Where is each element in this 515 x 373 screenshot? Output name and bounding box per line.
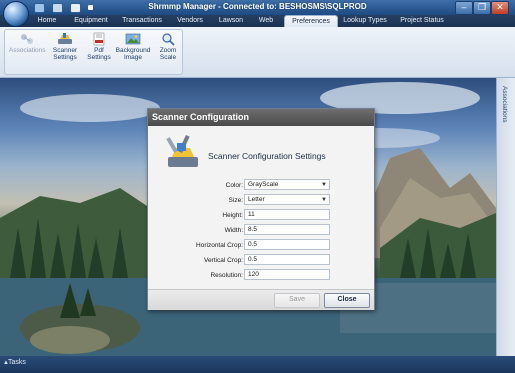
resolution-label: Resolution: bbox=[210, 272, 243, 279]
zoom-scale-button[interactable]: Zoom Scale bbox=[155, 32, 181, 61]
pdf-settings-label: Pdf Settings bbox=[87, 47, 111, 61]
associations-button[interactable]: Associations bbox=[9, 32, 46, 54]
ribbon-tabs: Home Equipment Transactions Vendors Laws… bbox=[0, 15, 515, 28]
horizontal-crop-label: Horizontal Crop: bbox=[196, 242, 243, 249]
minimize-button[interactable]: – bbox=[455, 1, 473, 15]
height-label: Height: bbox=[222, 212, 243, 219]
color-select[interactable]: GrayScale ▼ bbox=[244, 179, 330, 190]
size-value: Letter bbox=[248, 196, 265, 203]
tab-transactions[interactable]: Transactions bbox=[118, 15, 166, 27]
associations-side-panel[interactable]: Associations bbox=[496, 78, 515, 356]
vertical-crop-input[interactable]: 0.5 bbox=[244, 254, 330, 265]
tab-lawson[interactable]: Lawson bbox=[214, 15, 248, 27]
title-bar: Shrmmp Manager - Connected to: BESHOSMS\… bbox=[0, 0, 515, 15]
dialog-title: Scanner Configuration bbox=[148, 109, 374, 126]
scanner-configuration-dialog: Scanner Configuration Scanner Configurat… bbox=[147, 108, 375, 310]
dialog-heading: Scanner Configuration Settings bbox=[208, 151, 326, 161]
image-icon bbox=[125, 33, 141, 45]
associations-label: Associations bbox=[9, 47, 46, 54]
preferences-group: Associations Scanner Settings Pdf Settin… bbox=[4, 29, 183, 75]
scanner-tools-icon bbox=[166, 134, 198, 167]
scanner-settings-label: Scanner Settings bbox=[52, 47, 78, 61]
tab-equipment[interactable]: Equipment bbox=[70, 15, 112, 27]
chevron-down-icon: ▼ bbox=[321, 182, 327, 188]
background-image-label: Background Image bbox=[115, 47, 151, 61]
vertical-crop-label: Vertical Crop: bbox=[203, 257, 243, 264]
horizontal-crop-input[interactable]: 0.5 bbox=[244, 239, 330, 250]
color-label: Color: bbox=[225, 182, 243, 189]
close-button[interactable]: ✕ bbox=[491, 1, 509, 15]
zoom-icon bbox=[162, 33, 175, 46]
size-label: Size: bbox=[228, 197, 243, 204]
pdf-settings-button[interactable]: Pdf Settings bbox=[84, 32, 114, 61]
maximize-button[interactable]: ❐ bbox=[473, 1, 491, 15]
associations-side-label: Associations bbox=[501, 86, 508, 123]
tab-lookup-types[interactable]: Lookup Types bbox=[340, 15, 390, 27]
status-bar: ▲ Tasks bbox=[0, 356, 515, 373]
height-input[interactable]: 11 bbox=[244, 209, 330, 220]
app-window: Shrmmp Manager - Connected to: BESHOSMS\… bbox=[0, 0, 515, 373]
tab-project-status[interactable]: Project Status bbox=[396, 15, 448, 27]
chevron-down-icon: ▼ bbox=[321, 197, 327, 203]
background-image-button[interactable]: Background Image bbox=[113, 32, 153, 61]
size-select[interactable]: Letter ▼ bbox=[244, 194, 330, 205]
tab-web[interactable]: Web bbox=[254, 15, 278, 27]
pdf-icon bbox=[93, 32, 105, 46]
ribbon: Associations Scanner Settings Pdf Settin… bbox=[0, 27, 515, 78]
tab-vendors[interactable]: Vendors bbox=[172, 15, 208, 27]
resolution-input[interactable]: 120 bbox=[244, 269, 330, 280]
zoom-scale-label: Zoom Scale bbox=[159, 47, 177, 61]
tab-home[interactable]: Home bbox=[32, 15, 62, 27]
color-value: GrayScale bbox=[248, 181, 279, 188]
scanner-settings-button[interactable]: Scanner Settings bbox=[48, 32, 82, 61]
associations-icon bbox=[21, 34, 33, 44]
width-input[interactable]: 8.5 bbox=[244, 224, 330, 235]
dialog-footer: Save Close bbox=[148, 289, 374, 310]
tasks-label[interactable]: Tasks bbox=[8, 359, 26, 366]
width-label: Width: bbox=[224, 227, 243, 234]
close-dialog-button[interactable]: Close bbox=[324, 293, 370, 308]
window-title: Shrmmp Manager - Connected to: BESHOSMS\… bbox=[148, 2, 367, 11]
app-menu-orb[interactable] bbox=[3, 1, 29, 27]
scanner-icon bbox=[58, 33, 72, 44]
save-button[interactable]: Save bbox=[274, 293, 320, 308]
